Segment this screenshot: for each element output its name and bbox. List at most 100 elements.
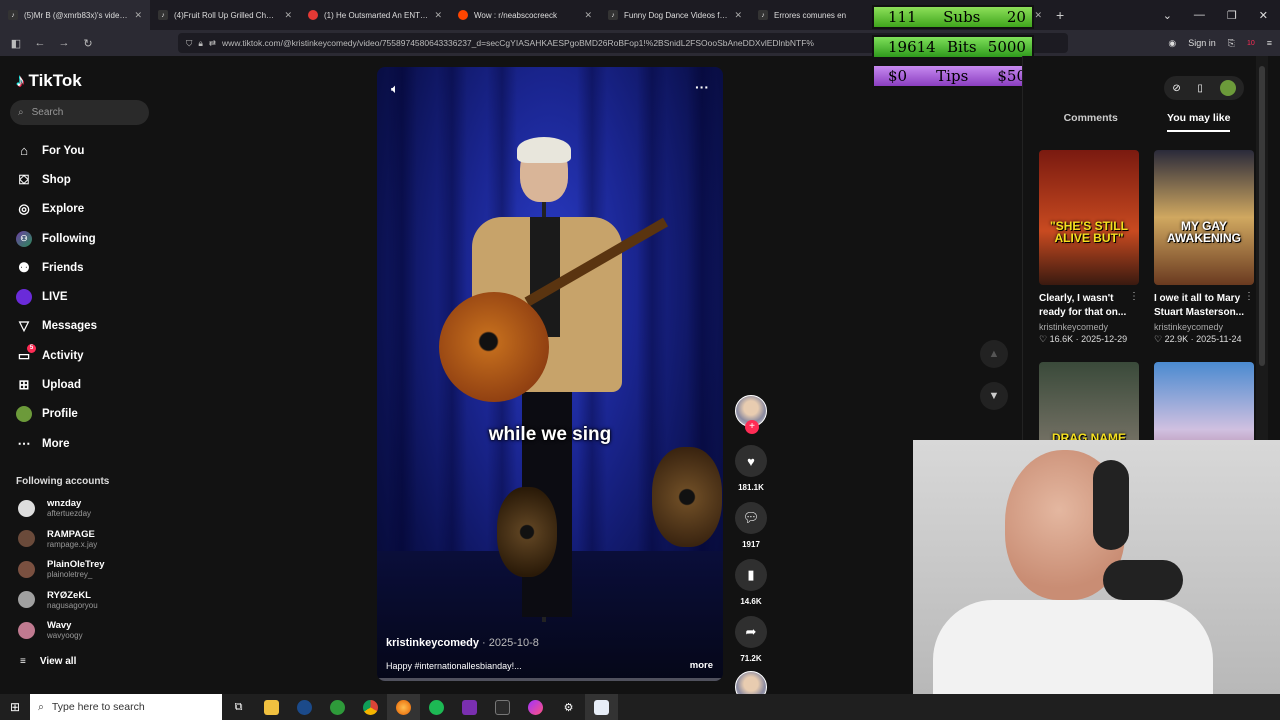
- menu-item-explore[interactable]: ◎ Explore: [16, 195, 97, 224]
- card-author[interactable]: kristinkeycomedy: [1154, 322, 1254, 332]
- view-all-label: View all: [39, 656, 77, 667]
- maximize-icon[interactable]: ❐: [1227, 9, 1237, 22]
- recommended-video-card[interactable]: MY GAY AWAKENING I owe it all to Mary St…: [1154, 150, 1254, 345]
- following-account[interactable]: RAMPAGE rampage.x.jay: [18, 529, 97, 549]
- steam-icon[interactable]: [288, 694, 321, 720]
- taskbar-search-input[interactable]: ⌕ Type here to search: [30, 694, 222, 720]
- back-icon[interactable]: ←: [28, 37, 52, 49]
- close-tab-icon[interactable]: ✕: [134, 10, 142, 21]
- browser-tab[interactable]: ♪ (5)Mr B (@xmrb83x)'s videos w ✕: [0, 0, 150, 30]
- browser-tab[interactable]: Wow : r/neabscocreeck ✕: [450, 0, 600, 30]
- menu-item-upload[interactable]: ⊞ Upload: [16, 370, 97, 399]
- messenger-icon[interactable]: [519, 694, 552, 720]
- view-all-button[interactable]: ≡ View all: [20, 656, 76, 667]
- user-avatar[interactable]: [1219, 80, 1236, 96]
- save-button[interactable]: ▮: [735, 559, 767, 591]
- xbox-icon[interactable]: [321, 694, 354, 720]
- browser-tab[interactable]: (1) He Outsmarted An ENTIRE C ✕: [300, 0, 450, 30]
- reload-icon[interactable]: ↻: [76, 37, 100, 50]
- browser-tab[interactable]: ♪ (4)Fruit Roll Up Grilled Cheese S ✕: [150, 0, 300, 30]
- card-more-icon[interactable]: ⋮: [1129, 291, 1139, 302]
- spotify-icon[interactable]: [420, 694, 453, 720]
- menu-item-for-you[interactable]: ⌂ For You: [16, 136, 97, 165]
- video-thumbnail[interactable]: "SHE'S STILL ALIVE BUT": [1039, 150, 1139, 285]
- webcam-overlay: [913, 440, 1280, 694]
- coin-icon[interactable]: ⊘: [1172, 83, 1180, 94]
- menu-item-shop[interactable]: ⛋ Shop: [16, 165, 97, 194]
- scrollbar-thumb[interactable]: [1259, 66, 1265, 366]
- avatar: [18, 530, 35, 547]
- close-tab-icon[interactable]: ✕: [1034, 10, 1042, 21]
- following-account[interactable]: wnzday aftertuezday: [18, 498, 91, 518]
- device-icon[interactable]: ▯: [1197, 83, 1203, 94]
- tab-list-chevron-icon[interactable]: ⌄: [1163, 9, 1172, 22]
- chrome-icon[interactable]: [354, 694, 387, 720]
- new-tab-button[interactable]: +: [1056, 7, 1064, 23]
- lock-icon: 🔒︎: [198, 37, 203, 48]
- account-icon[interactable]: ◉: [1168, 38, 1176, 49]
- menu-item-activity[interactable]: ▭ 5 Activity: [16, 341, 97, 370]
- share-button[interactable]: ➦: [735, 616, 767, 648]
- tab-title: Errores comunes en: [774, 10, 847, 20]
- file-explorer-icon[interactable]: [255, 694, 288, 720]
- menu-item-friends[interactable]: ⚉ Friends: [16, 253, 97, 282]
- like-button[interactable]: ♥: [735, 445, 767, 477]
- app-icon[interactable]: [486, 694, 519, 720]
- volume-icon[interactable]: 🔈︎: [391, 81, 399, 97]
- tiktok-logo[interactable]: ♪ TikTok: [16, 71, 82, 91]
- previous-video-button[interactable]: ▲: [980, 340, 1008, 368]
- comment-button[interactable]: 💬︎: [735, 502, 767, 534]
- search-input[interactable]: ⌕ Search: [10, 100, 149, 125]
- nzxt-icon[interactable]: [453, 694, 486, 720]
- right-panel-tabs: Comments You may like: [1039, 112, 1255, 132]
- settings-gear-icon[interactable]: ⚙: [552, 694, 585, 720]
- card-more-icon[interactable]: ⋮: [1244, 291, 1254, 302]
- menu-item-more[interactable]: ⋯ More: [16, 429, 97, 458]
- menu-item-label: For You: [42, 144, 85, 157]
- video-author[interactable]: kristinkeycomedy: [386, 637, 479, 649]
- menu-item-messages[interactable]: ▽ Messages: [16, 312, 97, 341]
- tab-you-may-like[interactable]: You may like: [1167, 112, 1231, 132]
- windows-start-icon[interactable]: ⊞: [0, 700, 30, 714]
- following-account[interactable]: Wavy wavyoogy: [18, 620, 83, 640]
- account-handle: rampage.x.jay: [47, 539, 98, 549]
- chevron-up-icon: ▲: [988, 348, 1000, 360]
- menu-item-label: Messages: [42, 320, 97, 333]
- streamlabs-icon[interactable]: [585, 694, 618, 720]
- follow-plus-icon[interactable]: +: [745, 420, 759, 434]
- extension-icon[interactable]: ⎘: [1228, 38, 1235, 49]
- close-tab-icon[interactable]: ✕: [284, 10, 292, 21]
- close-tab-icon[interactable]: ✕: [584, 10, 592, 21]
- firefox-icon[interactable]: [387, 694, 420, 720]
- tab-comments[interactable]: Comments: [1064, 112, 1118, 132]
- menu-item-live[interactable]: LIVE: [16, 282, 97, 311]
- close-tab-icon[interactable]: ✕: [434, 10, 442, 21]
- headset: [1093, 460, 1129, 550]
- subs-goal: 20: [1006, 8, 1026, 26]
- task-view-icon[interactable]: ⧉: [222, 694, 255, 720]
- following-account[interactable]: RYØZeKL nagusagoryou: [18, 590, 98, 610]
- more-link[interactable]: more: [690, 660, 713, 671]
- tiktok-icon: ♪: [158, 10, 168, 20]
- video-progress-bar[interactable]: [377, 678, 723, 681]
- forward-icon[interactable]: →: [52, 37, 76, 49]
- next-video-button[interactable]: ▼: [980, 382, 1008, 410]
- creator-avatar[interactable]: +: [735, 395, 767, 434]
- signin-link[interactable]: Sign in: [1188, 38, 1216, 48]
- video-description: Happy #internationallesbianday!...: [386, 661, 522, 671]
- video-thumbnail[interactable]: MY GAY AWAKENING: [1154, 150, 1254, 285]
- recommended-video-card[interactable]: "SHE'S STILL ALIVE BUT" Clearly, I wasn'…: [1039, 150, 1139, 345]
- browser-tab[interactable]: ♪ Funny Dog Dance Videos for a ✕: [600, 0, 750, 30]
- menu-item-following[interactable]: ⚇ Following: [16, 224, 97, 253]
- card-author[interactable]: kristinkeycomedy: [1039, 322, 1139, 332]
- menu-item-profile[interactable]: Profile: [16, 400, 97, 429]
- sidebar-toggle-icon[interactable]: ◧: [4, 37, 28, 50]
- following-account[interactable]: PlainOleTrey plainoletrey_: [18, 559, 105, 579]
- close-tab-icon[interactable]: ✕: [734, 10, 742, 21]
- video-player[interactable]: 🔈︎ ··· while we sing kristinkeycomedy · …: [377, 67, 723, 681]
- card-likes: 22.9K: [1164, 334, 1189, 344]
- minimize-icon[interactable]: —: [1194, 9, 1205, 21]
- close-window-icon[interactable]: ✕: [1259, 9, 1268, 22]
- more-options-icon[interactable]: ···: [695, 79, 709, 95]
- menu-icon[interactable]: ≡: [1267, 38, 1272, 48]
